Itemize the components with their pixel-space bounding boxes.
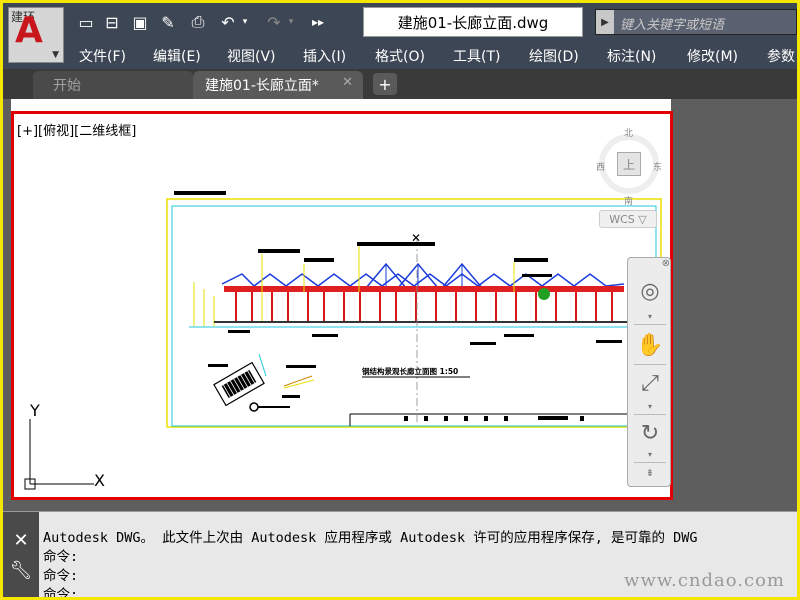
menu-bar: 文件(F) 编辑(E) 视图(V) 插入(I) 格式(O) 工具(T) 绘图(D… — [3, 41, 797, 69]
tab-start[interactable]: 开始 — [33, 71, 193, 99]
cad-drawing: ✕ 钢结构景观长廊立面图 1:50 Y X — [24, 191, 662, 490]
tab-drawing-label: 建施01-长廊立面* — [205, 78, 319, 94]
menu-tools[interactable]: 工具(T) — [453, 46, 500, 66]
open-folder-icon[interactable]: ⊟ — [101, 11, 123, 33]
customize-icon[interactable]: ⇟ — [628, 468, 672, 479]
drawing-viewport[interactable]: [+][俯视][二维线框] ✕ 钢结构景观长廊立面图 1:50 Y X 北 西 … — [11, 111, 673, 500]
pan-hand-icon[interactable]: ✋ — [632, 328, 668, 362]
new-file-icon[interactable]: ▭ — [75, 11, 97, 33]
compass-north[interactable]: 北 — [624, 126, 633, 139]
chevron-down-icon[interactable]: ▾ — [628, 450, 672, 459]
close-icon[interactable]: ✕ — [3, 530, 39, 551]
wrench-icon[interactable]: 🔧︎ — [3, 560, 39, 581]
save-as-icon[interactable]: ✎ — [157, 11, 179, 33]
svg-text:Y: Y — [29, 401, 40, 420]
menu-view[interactable]: 视图(V) — [227, 46, 276, 66]
search-box[interactable]: ▶ 键入关键字或短语 — [595, 9, 797, 35]
menu-modify[interactable]: 修改(M) — [687, 46, 738, 66]
command-history-line: 命令: — [43, 549, 79, 565]
redo-dropdown-icon[interactable]: ▾ — [285, 11, 297, 33]
command-prompt[interactable]: 命令: — [43, 583, 78, 597]
command-window: ✕ 🔧︎ Autodesk DWG。 此文件上次由 Autodesk 应用程序或… — [3, 511, 797, 597]
svg-text:X: X — [94, 471, 105, 490]
navigation-bar: ⊗ ◎ ▾ ✋ ⤢ ▾ ↻ ▾ ⇟ — [627, 257, 671, 487]
ucs-icon — [24, 419, 94, 490]
add-tab-button[interactable]: + — [373, 73, 397, 95]
menu-file[interactable]: 文件(F) — [79, 46, 126, 66]
more-commands-icon[interactable]: ▸▸ — [307, 11, 329, 33]
orbit-icon[interactable]: ↻ — [632, 416, 668, 450]
zoom-extents-icon[interactable]: ⤢ — [632, 366, 668, 400]
watermark: www.cndao.com — [624, 570, 785, 591]
viewcube[interactable]: 北 西 东 南 上 — [596, 124, 662, 207]
command-window-controls: ✕ 🔧︎ — [3, 512, 39, 597]
command-history-line: 命令: — [43, 568, 79, 584]
scale-note — [174, 191, 226, 195]
steering-wheel-icon[interactable]: ◎ — [632, 274, 668, 308]
chevron-down-icon: ▼ — [52, 50, 59, 60]
save-icon[interactable]: ▣ — [129, 11, 151, 33]
redo-icon[interactable]: ↷ — [263, 11, 285, 33]
compass-south[interactable]: 南 — [624, 194, 633, 207]
application-menu-button[interactable]: 建环 A ▼ — [8, 7, 64, 63]
menu-insert[interactable]: 插入(I) — [303, 46, 346, 66]
menu-dimension[interactable]: 标注(N) — [607, 46, 656, 66]
command-history-line: Autodesk DWG。 此文件上次由 Autodesk 应用程序或 Auto… — [43, 530, 698, 546]
wcs-menu[interactable]: WCS ▽ — [599, 210, 657, 228]
undo-icon[interactable]: ↶ — [217, 11, 239, 33]
tab-start-label: 开始 — [53, 78, 81, 94]
autocad-window: ▭ ⊟ ▣ ✎ ⎙ ↶ ▾ ↷ ▾ ▸▸ 建施01-长廊立面.dwg ▶ 键入关… — [3, 3, 797, 597]
menu-edit[interactable]: 编辑(E) — [153, 46, 201, 66]
document-title: 建施01-长廊立面.dwg — [363, 7, 583, 37]
chevron-down-icon[interactable]: ▾ — [628, 402, 672, 411]
file-tab-bar: 开始 建施01-长廊立面* ✕ + — [3, 69, 797, 99]
tab-drawing[interactable]: 建施01-长廊立面* ✕ — [193, 71, 363, 99]
menu-format[interactable]: 格式(O) — [375, 46, 425, 66]
menu-parametric[interactable]: 参数 — [767, 46, 795, 66]
autocad-logo-icon: A — [15, 10, 43, 51]
title-bar: ▭ ⊟ ▣ ✎ ⎙ ↶ ▾ ↷ ▾ ▸▸ 建施01-长廊立面.dwg ▶ 键入关… — [3, 3, 797, 41]
menu-draw[interactable]: 绘图(D) — [529, 46, 579, 66]
search-placeholder: 键入关键字或短语 — [620, 18, 725, 33]
ribbon-strip — [11, 99, 671, 111]
close-icon[interactable]: ⊗ — [628, 258, 672, 269]
compass-west[interactable]: 西 — [596, 160, 605, 173]
chevron-down-icon[interactable]: ▾ — [628, 312, 672, 321]
drawing-title-text: 钢结构景观长廊立面图 1:50 — [362, 366, 458, 376]
undo-dropdown-icon[interactable]: ▾ — [239, 11, 251, 33]
cube-face-top[interactable]: 上 — [617, 152, 641, 176]
search-expand-icon[interactable]: ▶ — [596, 10, 614, 34]
close-icon[interactable]: ✕ — [342, 75, 353, 90]
compass-east[interactable]: 东 — [653, 160, 662, 173]
print-icon[interactable]: ⎙ — [187, 11, 209, 33]
